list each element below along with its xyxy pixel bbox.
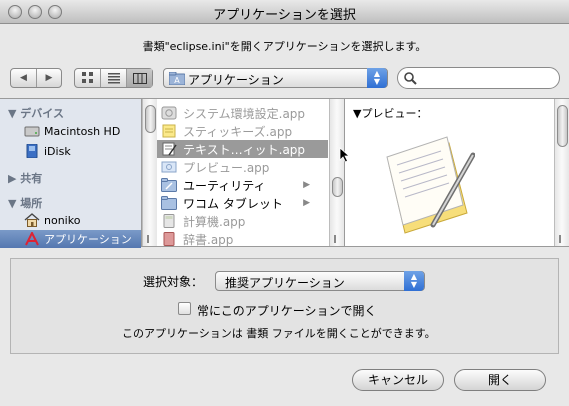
popup-arrows-icon: ▲ ▼ bbox=[367, 68, 387, 88]
dictionary-icon bbox=[163, 232, 175, 246]
textedit-preview-icon bbox=[386, 136, 475, 234]
file-column-scroll-thumb[interactable] bbox=[332, 177, 343, 197]
sidebar: ▼ デバイス Macintosh HD iDisk ▶ 共有 ▼ 場所 noni… bbox=[0, 99, 142, 248]
enable-popup[interactable]: 推奨アプリケーション ▲ ▼ bbox=[215, 271, 425, 291]
file-name: スティッキーズ.app bbox=[183, 124, 293, 139]
applications-folder-icon: A bbox=[169, 72, 185, 85]
file-name: システム環境設定.app bbox=[183, 106, 306, 121]
location-popup[interactable]: A アプリケーション ▲ ▼ bbox=[163, 68, 388, 88]
preview-column: ▼プレビュー： ‖ bbox=[345, 99, 569, 246]
sidebar-item-noniko[interactable]: noniko bbox=[0, 211, 141, 229]
forward-button[interactable]: ▶ bbox=[37, 69, 61, 87]
search-field[interactable] bbox=[397, 67, 560, 89]
stickies-icon bbox=[162, 124, 176, 138]
cancel-button[interactable]: キャンセル bbox=[352, 369, 444, 391]
compatibility-info: このアプリケーションは 書類 ファイルを開くことができます。 bbox=[122, 327, 436, 340]
sidebar-section-places[interactable]: ▼ 場所 bbox=[8, 195, 42, 211]
sidebar-item-idisk[interactable]: iDisk bbox=[0, 142, 141, 160]
idisk-icon bbox=[26, 144, 38, 158]
forward-arrow-icon: ▶ bbox=[45, 73, 53, 83]
dialog-prompt: 書類"eclipse.ini"を開くアプリケーションを選択します。 bbox=[142, 40, 427, 53]
sidebar-section-shared[interactable]: ▶ 共有 bbox=[8, 170, 42, 186]
file-name: 計算機.app bbox=[183, 214, 246, 229]
file-row[interactable]: スティッキーズ.app bbox=[157, 122, 328, 140]
column-resize-handle[interactable]: ‖ bbox=[558, 234, 562, 243]
icon-view-button[interactable] bbox=[75, 69, 101, 87]
column-resize-handle[interactable]: ‖ bbox=[333, 234, 337, 243]
file-row[interactable]: 計算機.app bbox=[157, 212, 328, 230]
column-1-scroll-thumb[interactable] bbox=[145, 105, 156, 133]
file-name: ユーティリティ bbox=[183, 178, 266, 193]
sidebar-item-label: iDisk bbox=[44, 144, 71, 158]
sidebar-item-macintosh-hd[interactable]: Macintosh HD bbox=[0, 122, 141, 140]
home-icon bbox=[24, 213, 40, 227]
disclosure-arrow-icon: ▶ bbox=[303, 180, 310, 190]
system-prefs-icon bbox=[161, 106, 177, 120]
always-open-checkbox[interactable] bbox=[178, 302, 191, 315]
column-1-scroll: ‖ bbox=[142, 99, 157, 246]
sidebar-section-devices[interactable]: ▼ デバイス bbox=[8, 105, 64, 121]
file-name: テキスト…ィット.app bbox=[183, 142, 306, 157]
always-open-label[interactable]: 常にこのアプリケーションで開く bbox=[197, 302, 377, 319]
list-view-button[interactable] bbox=[101, 69, 127, 87]
list-view-icon bbox=[107, 72, 120, 83]
view-mode-control bbox=[74, 68, 153, 88]
search-icon bbox=[404, 72, 417, 85]
sidebar-item-label: アプリケーション bbox=[44, 233, 132, 246]
file-row[interactable]: プレビュー.app bbox=[157, 158, 328, 176]
utilities-folder-icon bbox=[161, 178, 177, 192]
file-name: ワコム タブレット bbox=[183, 196, 283, 211]
file-row[interactable]: 辞書.app bbox=[157, 230, 328, 248]
column-1-scrollbar[interactable]: ‖ bbox=[142, 99, 157, 246]
file-column-scrollbar[interactable]: ‖ bbox=[329, 99, 344, 246]
enable-popup-value: 推奨アプリケーション bbox=[225, 276, 345, 290]
popup-arrows-icon: ▲ ▼ bbox=[404, 271, 424, 291]
applications-icon bbox=[25, 232, 39, 246]
open-button[interactable]: 開く bbox=[454, 369, 546, 391]
file-column: システム環境設定.app スティッキーズ.app テキスト…ィット.app プレ… bbox=[157, 99, 345, 248]
sidebar-item-label: Macintosh HD bbox=[44, 124, 121, 138]
file-row[interactable]: システム環境設定.app bbox=[157, 104, 328, 122]
preview-scrollbar[interactable]: ‖ bbox=[554, 99, 569, 246]
calculator-icon bbox=[163, 214, 175, 228]
mouse-cursor-icon bbox=[339, 147, 351, 163]
column-view-icon bbox=[132, 72, 147, 84]
back-forward-control: ◀ ▶ bbox=[10, 68, 62, 88]
svg-text:A: A bbox=[174, 76, 180, 85]
window-title: アプリケーションを選択 bbox=[213, 8, 356, 23]
column-view-button[interactable] bbox=[127, 69, 152, 87]
file-browser: ▼ デバイス Macintosh HD iDisk ▶ 共有 ▼ 場所 noni… bbox=[0, 98, 569, 248]
file-row[interactable]: ユーティリティ ▶ bbox=[157, 176, 328, 194]
preview-label: ▼プレビュー： bbox=[353, 107, 428, 120]
preview-icon bbox=[161, 161, 177, 173]
textedit-icon bbox=[162, 142, 177, 156]
title-bar: アプリケーションを選択 bbox=[0, 0, 569, 24]
hard-disk-icon bbox=[24, 126, 40, 137]
location-label: アプリケーション bbox=[188, 73, 284, 87]
file-row-selected[interactable]: テキスト…ィット.app bbox=[157, 140, 328, 158]
icon-view-icon bbox=[81, 72, 93, 83]
file-row[interactable]: ワコム タブレット ▶ bbox=[157, 194, 328, 212]
sidebar-item-applications[interactable]: アプリケーション bbox=[0, 230, 141, 248]
folder-icon bbox=[161, 196, 177, 210]
preview-scroll-thumb[interactable] bbox=[557, 105, 568, 147]
search-input[interactable] bbox=[420, 70, 552, 86]
back-button[interactable]: ◀ bbox=[11, 69, 37, 87]
disclosure-arrow-icon: ▶ bbox=[303, 198, 310, 208]
column-resize-handle[interactable]: ‖ bbox=[146, 234, 150, 243]
sidebar-item-label: noniko bbox=[44, 213, 81, 227]
file-name: 辞書.app bbox=[183, 232, 234, 247]
back-arrow-icon: ◀ bbox=[20, 73, 27, 83]
enable-label: 選択対象： bbox=[143, 275, 204, 289]
file-name: プレビュー.app bbox=[183, 160, 270, 175]
